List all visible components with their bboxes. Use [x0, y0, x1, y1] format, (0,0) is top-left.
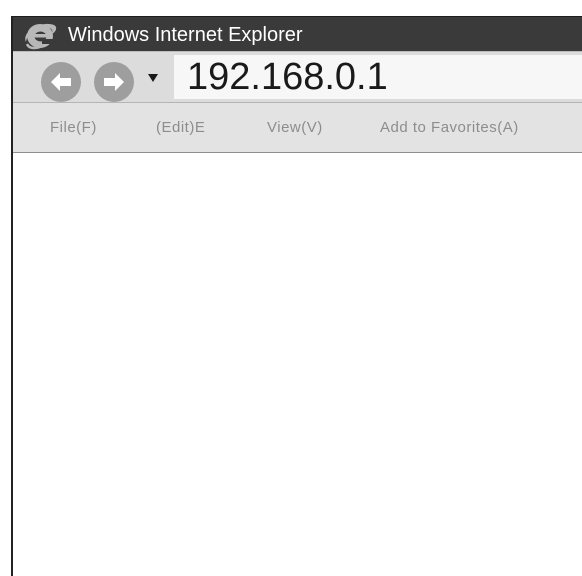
browser-window: Windows Internet Explorer 192.168.0.1 Fi…: [11, 16, 582, 576]
window-title: Windows Internet Explorer: [68, 24, 303, 46]
page-content-area: [13, 153, 582, 576]
internet-explorer-logo-icon: [25, 23, 57, 50]
back-arrow-icon[interactable]: [40, 61, 82, 103]
dropdown-triangle-icon[interactable]: [147, 73, 159, 83]
title-bar: Windows Internet Explorer: [13, 16, 582, 51]
forward-arrow-icon[interactable]: [93, 61, 135, 103]
menu-item-edit[interactable]: (Edit)E: [156, 103, 205, 152]
address-bar[interactable]: 192.168.0.1: [174, 55, 582, 99]
menu-bar: File(F) (Edit)E View(V) Add to Favorites…: [13, 103, 582, 153]
menu-item-view[interactable]: View(V): [267, 103, 323, 152]
menu-item-file[interactable]: File(F): [50, 103, 97, 152]
navigation-bar: 192.168.0.1: [13, 51, 582, 103]
menu-item-add-to-favorites[interactable]: Add to Favorites(A): [380, 103, 519, 152]
